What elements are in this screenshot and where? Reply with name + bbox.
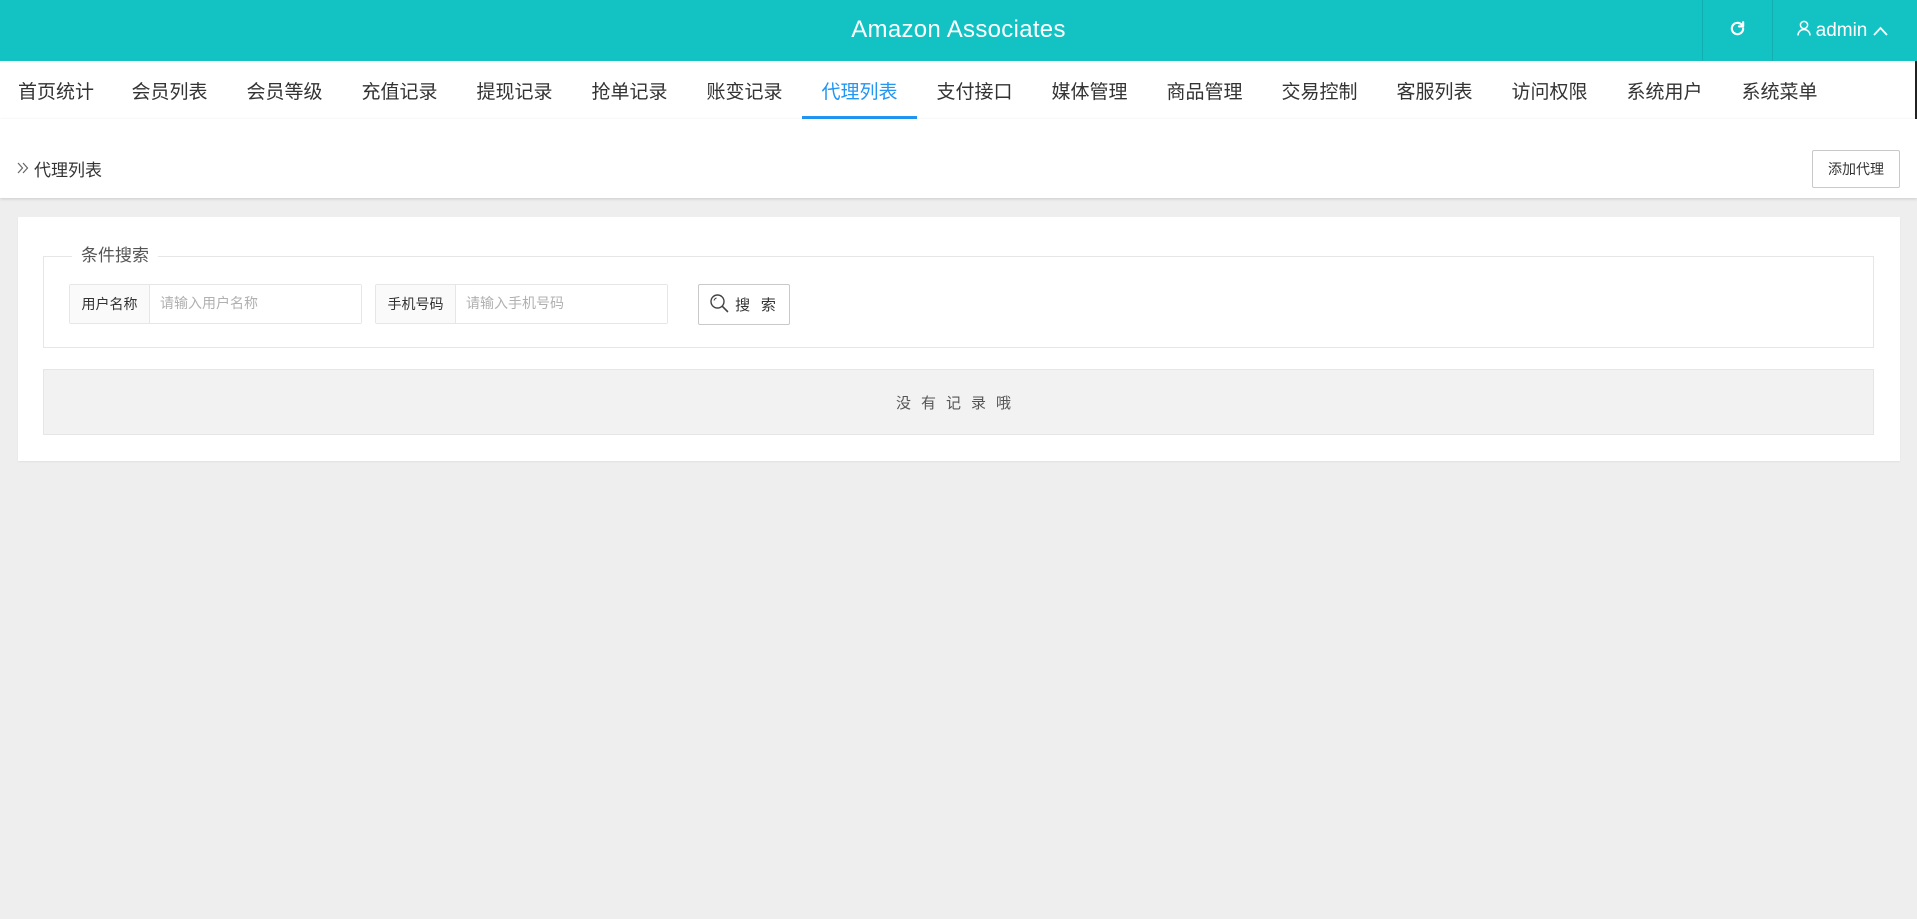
nav-tab[interactable]: 支付接口: [917, 61, 1032, 119]
breadcrumb-bar: 代理列表: [0, 119, 1917, 198]
double-chevron-right-icon: [17, 159, 29, 179]
nav-tabs: 首页统计 会员列表 会员等级 充值记录 提现记录 抢单记录 账变记录 代理列表 支付接口 媒体管理…: [0, 61, 1915, 119]
nav-tab[interactable]: 会员等级: [227, 61, 342, 119]
content-card: 条件搜索 用户名称 手机号码 搜 索 没有记录哦: [18, 217, 1900, 461]
breadcrumb: 代理列表: [17, 156, 102, 181]
nav-tab[interactable]: 账变记录: [687, 61, 802, 119]
nav-tab[interactable]: 系统菜单: [1722, 61, 1837, 119]
search-icon: [709, 293, 735, 317]
add-agent-button[interactable]: 添加代理: [1812, 150, 1900, 188]
nav-tab[interactable]: 充值记录: [342, 61, 457, 119]
username-input[interactable]: [150, 285, 361, 323]
main-nav: 首页统计 会员列表 会员等级 充值记录 提现记录 抢单记录 账变记录 代理列表 支付接口 媒体管理…: [0, 61, 1915, 119]
chevron-up-icon: [1873, 20, 1893, 42]
nav-tab[interactable]: 提现记录: [457, 61, 572, 119]
breadcrumb-current: 代理列表: [34, 161, 102, 181]
nav-tab[interactable]: 抢单记录: [572, 61, 687, 119]
username-label: 用户名称: [70, 285, 150, 323]
nav-tab[interactable]: 访问权限: [1492, 61, 1607, 119]
refresh-icon: [1729, 20, 1746, 41]
phone-input[interactable]: [456, 285, 667, 323]
nav-tab[interactable]: 会员列表: [112, 61, 227, 119]
top-bar: Amazon Associates admin: [0, 0, 1917, 61]
app-title: Amazon Associates: [851, 16, 1066, 43]
nav-tab[interactable]: 代理列表: [802, 61, 917, 119]
user-name: admin: [1815, 19, 1868, 41]
phone-label: 手机号码: [376, 285, 456, 323]
nav-tab[interactable]: 首页统计: [0, 61, 112, 119]
nav-tab[interactable]: 交易控制: [1262, 61, 1377, 119]
username-field: 用户名称: [69, 284, 362, 324]
topbar-actions: admin: [1702, 0, 1917, 61]
refresh-button[interactable]: [1702, 0, 1772, 61]
nav-tab[interactable]: 系统用户: [1607, 61, 1722, 119]
nav-tab[interactable]: 商品管理: [1147, 61, 1262, 119]
user-icon: [1796, 20, 1816, 42]
phone-field: 手机号码: [375, 284, 668, 324]
search-legend: 条件搜索: [72, 245, 158, 267]
search-button[interactable]: 搜 索: [698, 284, 790, 325]
search-fieldset: 条件搜索 用户名称 手机号码 搜 索: [43, 245, 1874, 348]
nav-tab[interactable]: 媒体管理: [1032, 61, 1147, 119]
empty-state: 没有记录哦: [43, 369, 1874, 435]
user-menu-button[interactable]: admin: [1772, 0, 1917, 61]
nav-tab[interactable]: 客服列表: [1377, 61, 1492, 119]
search-button-label: 搜 索: [735, 296, 779, 314]
